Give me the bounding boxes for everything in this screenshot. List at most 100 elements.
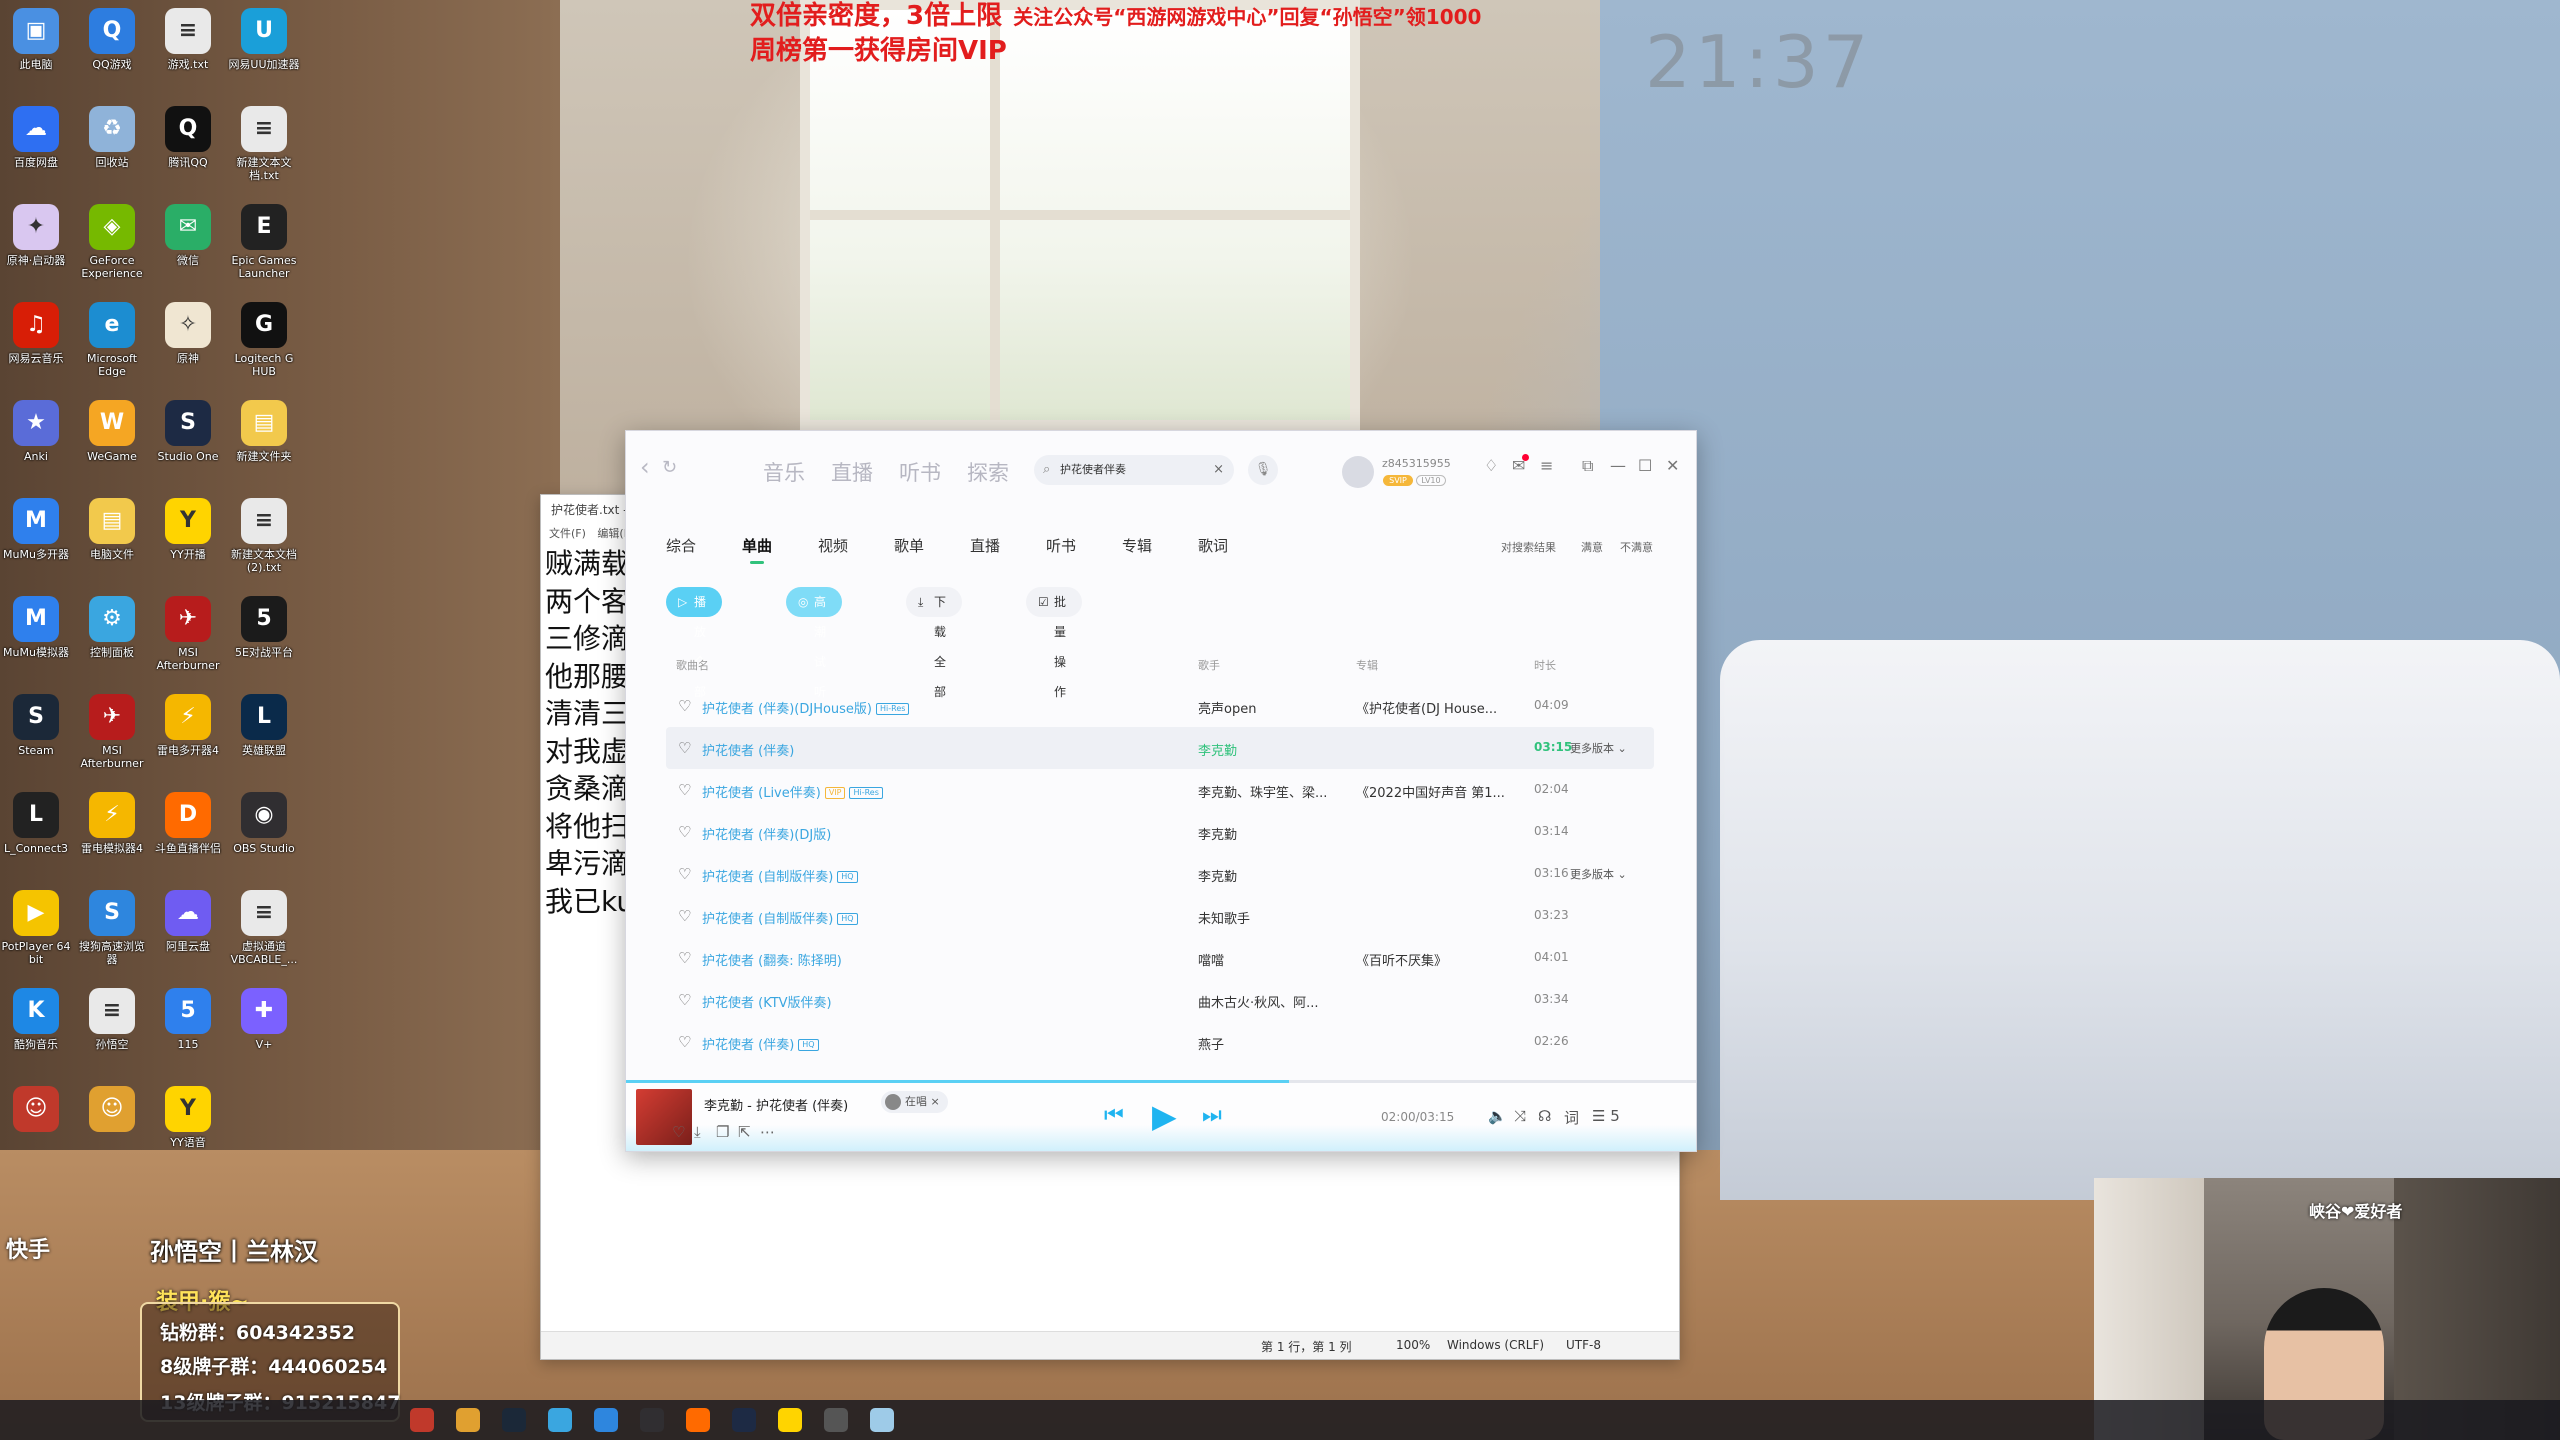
desktop-icon[interactable]: E Epic Games Launcher — [226, 204, 302, 280]
heart-icon[interactable]: ♡ — [678, 823, 691, 841]
play-pause-icon[interactable]: ▶ — [1152, 1097, 1177, 1135]
desktop-icon[interactable]: Q QQ游戏 — [74, 8, 150, 71]
download-all-button[interactable]: ⤓ 下载全部 — [906, 587, 963, 699]
skin-icon[interactable]: ♢ — [1484, 456, 1498, 475]
table-row[interactable]: ♡ 护花使者 (伴奏) HQ 燕子 02:26 — [666, 1021, 1654, 1063]
previous-track-icon[interactable]: ⏮ — [1104, 1103, 1124, 1128]
heart-icon[interactable]: ♡ — [678, 697, 691, 715]
feedback-unsatisfied[interactable]: 不满意 — [1620, 539, 1653, 555]
tab-live[interactable]: 直播 — [970, 535, 1000, 556]
tab-lyrics[interactable]: 歌词 — [1198, 535, 1228, 556]
desktop-icon[interactable]: ≡ 孙悟空 — [74, 988, 150, 1051]
song-title[interactable]: 护花使者 (KTV版伴奏) — [702, 992, 832, 1011]
mail-icon[interactable]: ✉ — [1512, 454, 1530, 475]
desktop-icon[interactable]: ✧ 原神 — [150, 302, 226, 365]
username[interactable]: z845315955 — [1382, 457, 1451, 470]
taskbar-app-icon[interactable] — [410, 1408, 434, 1432]
next-track-icon[interactable]: ⏭ — [1202, 1103, 1222, 1128]
desktop-icon[interactable]: S Steam — [0, 694, 74, 757]
desktop-icon[interactable]: ▤ 电脑文件 — [74, 498, 150, 561]
desktop-icon[interactable]: Y YY语音 — [150, 1086, 226, 1149]
desktop-icon[interactable]: L 英雄联盟 — [226, 694, 302, 757]
back-arrow-icon[interactable]: ‹ — [640, 453, 650, 481]
more-versions-button[interactable]: 更多版本 ⌄ — [1570, 740, 1627, 756]
table-row[interactable]: ♡ 护花使者 (翻奏: 陈择明) 噹噹 《百听不厌集》 04:01 — [666, 937, 1654, 979]
desktop-icon[interactable]: W WeGame — [74, 400, 150, 463]
share-icon[interactable]: ⇱ — [738, 1123, 751, 1141]
desktop-icon[interactable]: S Studio One — [150, 400, 226, 463]
desktop-icon[interactable]: ▶ PotPlayer 64 bit — [0, 890, 74, 966]
song-artist[interactable]: 未知歌手 — [1198, 908, 1250, 927]
desktop-icon[interactable]: ⚡ 雷电多开器4 — [150, 694, 226, 757]
song-artist[interactable]: 燕子 — [1198, 1034, 1224, 1053]
singing-chip[interactable]: 在唱 × — [881, 1091, 948, 1113]
feedback-satisfied[interactable]: 满意 — [1581, 539, 1603, 555]
song-album[interactable]: 《护花使者(DJ House... — [1356, 698, 1497, 717]
desktop-icon[interactable]: ▤ 新建文件夹 — [226, 400, 302, 463]
notepad-menu[interactable]: 文件(F) 编辑(E) — [549, 525, 635, 541]
desktop-icon[interactable]: ♻ 回收站 — [74, 106, 150, 169]
tab-playlists[interactable]: 歌单 — [894, 535, 924, 556]
desktop-icon[interactable]: ⚙ 控制面板 — [74, 596, 150, 659]
tab-songs[interactable]: 单曲 — [742, 535, 772, 564]
shuffle-icon[interactable]: ⤨ — [1514, 1107, 1526, 1125]
desktop-icon[interactable]: K 酷狗音乐 — [0, 988, 74, 1051]
song-artist[interactable]: 李克勤、珠宇笙、梁... — [1198, 782, 1327, 801]
tab-all[interactable]: 综合 — [666, 535, 696, 556]
taskbar-app-icon[interactable] — [456, 1408, 480, 1432]
song-artist[interactable]: 李克勤 — [1198, 824, 1237, 843]
song-title[interactable]: 护花使者 (伴奏) HQ — [702, 1034, 819, 1053]
song-title[interactable]: 护花使者 (伴奏)(DJ版) — [702, 824, 831, 843]
taskbar-app-icon[interactable] — [824, 1408, 848, 1432]
table-row[interactable]: ♡ 护花使者 (伴奏)(DJ版) 李克勤 03:14 — [666, 811, 1654, 853]
desktop-icon[interactable]: ≡ 游戏.txt — [150, 8, 226, 71]
nav-explore[interactable]: 探索 — [967, 457, 1009, 487]
table-row[interactable]: ♡ 护花使者 (Live伴奏) VIP Hi-Res 李克勤、珠宇笙、梁... 《2022… — [666, 769, 1654, 811]
taskbar-app-icon[interactable] — [686, 1408, 710, 1432]
batch-operation-button[interactable]: ☑ 批量操作 — [1026, 587, 1083, 699]
steam-icon[interactable] — [502, 1408, 526, 1432]
climax-preview-button[interactable]: ◎ 高潮试听 — [786, 587, 843, 699]
song-album[interactable]: 《百听不厌集》 — [1356, 950, 1447, 969]
desktop-icon[interactable]: ☺ — [74, 1086, 150, 1136]
download-song-icon[interactable]: ⤓ — [694, 1123, 701, 1141]
song-artist[interactable]: 曲木古火·秋风、阿... — [1198, 992, 1319, 1011]
taskbar-app-icon[interactable] — [778, 1408, 802, 1432]
notepad-taskbar-icon[interactable] — [870, 1408, 894, 1432]
table-row[interactable]: ♡ 护花使者 (KTV版伴奏) 曲木古火·秋风、阿... 03:34 — [666, 979, 1654, 1021]
voice-search-icon[interactable]: 🎙 — [1248, 455, 1278, 485]
desktop-icon[interactable]: 5 115 — [150, 988, 226, 1051]
desktop-icon[interactable]: ▣ 此电脑 — [0, 8, 74, 71]
song-title[interactable]: 护花使者 (伴奏) — [702, 740, 794, 759]
desktop-icon[interactable]: ✈ MSI Afterburner — [150, 596, 226, 672]
desktop-icon[interactable]: M MuMu多开器 — [0, 498, 74, 561]
desktop-icon[interactable]: e Microsoft Edge — [74, 302, 150, 378]
heart-icon[interactable]: ♡ — [678, 865, 691, 883]
taskbar-app-icon[interactable] — [732, 1408, 756, 1432]
nav-live[interactable]: 直播 — [831, 457, 873, 487]
desktop-icon[interactable]: ♫ 网易云音乐 — [0, 302, 74, 365]
playlist-queue-icon[interactable]: ☰ 5 — [1592, 1107, 1620, 1125]
desktop-icon[interactable]: M MuMu模拟器 — [0, 596, 74, 659]
desktop-icon[interactable]: S 搜狗高速浏览器 — [74, 890, 150, 966]
more-versions-button[interactable]: 更多版本 ⌄ — [1570, 866, 1627, 882]
sing-icon[interactable]: ☊ — [1538, 1107, 1551, 1125]
desktop-icon[interactable]: ≡ 新建文本文档 (2).txt — [226, 498, 302, 574]
nav-music[interactable]: 音乐 — [763, 457, 805, 487]
song-title[interactable]: 护花使者 (自制版伴奏) HQ — [702, 908, 858, 927]
tab-videos[interactable]: 视频 — [818, 535, 848, 556]
table-row[interactable]: ♡ 护花使者 (伴奏) 李克勤 03:15 更多版本 ⌄ — [666, 727, 1654, 769]
lyrics-icon[interactable]: 词 — [1564, 1107, 1579, 1128]
song-album[interactable]: 《2022中国好声音 第1... — [1356, 782, 1505, 801]
desktop-icon[interactable]: L L_Connect3 — [0, 792, 74, 855]
tab-audiobooks[interactable]: 听书 — [1046, 535, 1076, 556]
close-icon[interactable]: ✕ — [1666, 456, 1679, 475]
desktop-icon[interactable]: ✈ MSI Afterburner — [74, 694, 150, 770]
desktop-icon[interactable]: ≡ 新建文本文档.txt — [226, 106, 302, 182]
song-title[interactable]: 护花使者 (翻奏: 陈择明) — [702, 950, 842, 969]
desktop-icon[interactable]: ⚡ 雷电模拟器4 — [74, 792, 150, 855]
song-artist[interactable]: 李克勤 — [1198, 740, 1237, 759]
refresh-icon[interactable]: ↻ — [662, 457, 677, 478]
maximize-icon[interactable]: ☐ — [1638, 456, 1652, 475]
now-playing-title[interactable]: 李克勤 - 护花使者 (伴奏) — [704, 1095, 848, 1114]
